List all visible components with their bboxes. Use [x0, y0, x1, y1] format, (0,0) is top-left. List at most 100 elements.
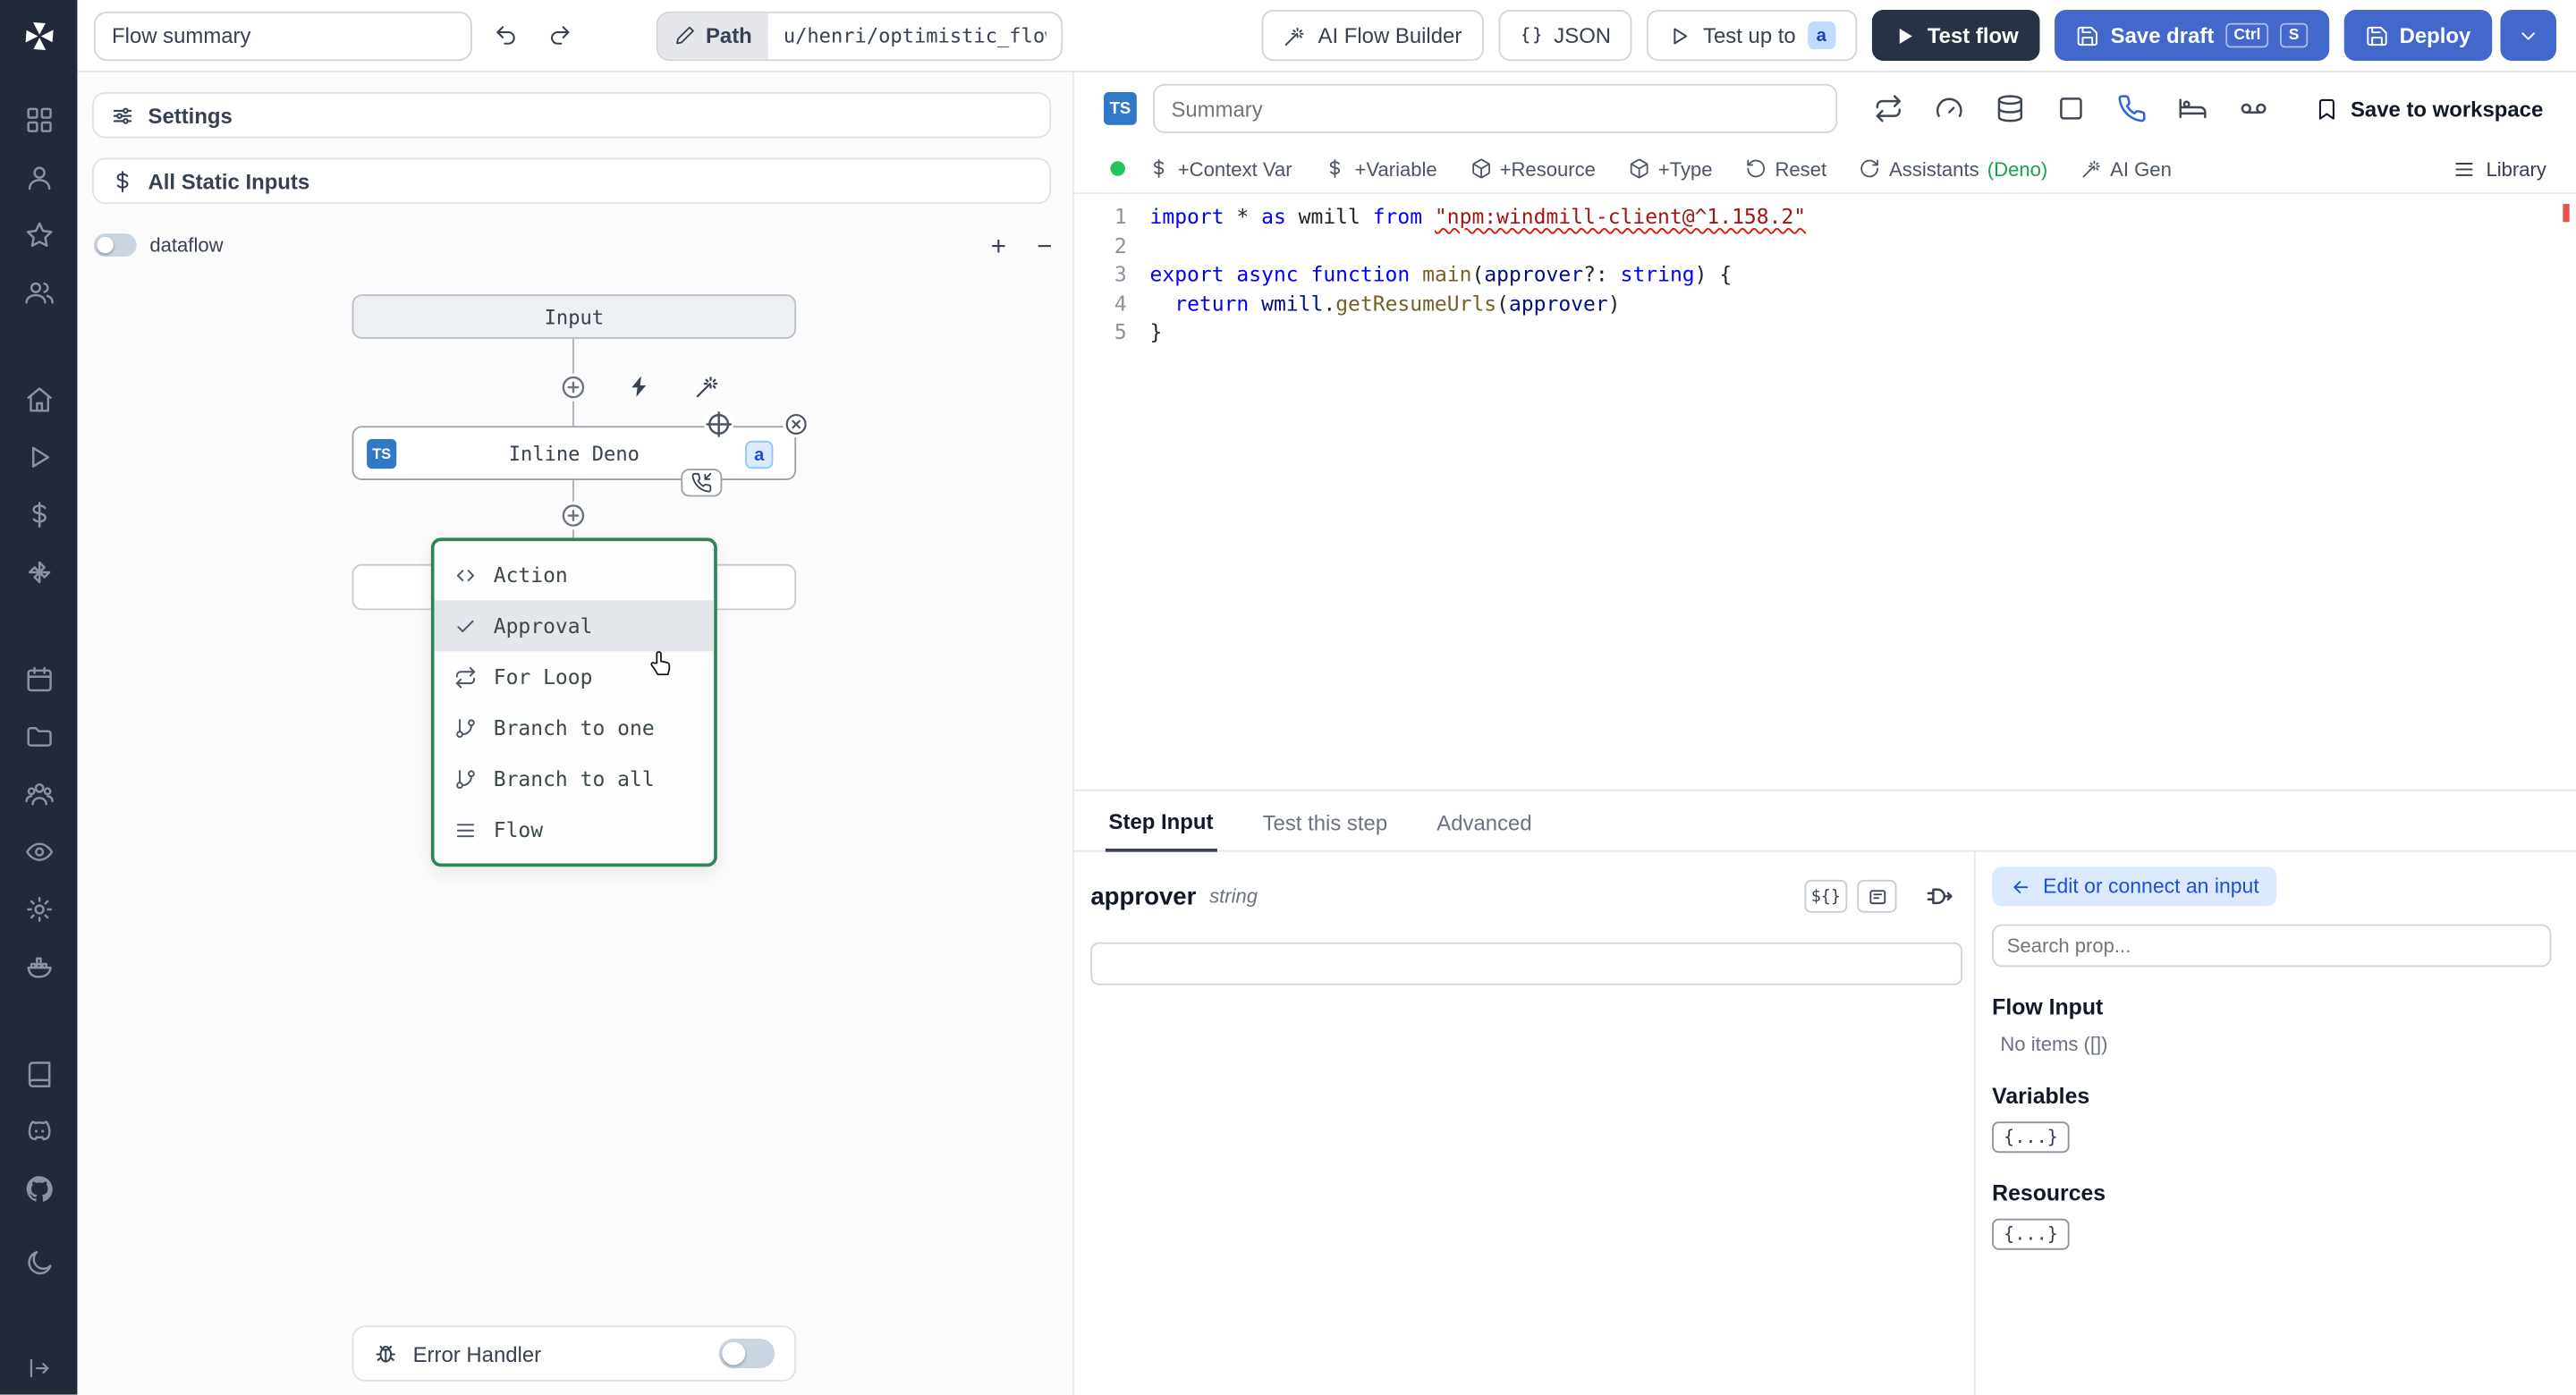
resources-object-chip[interactable]: {...}: [1992, 1218, 2070, 1250]
delete-step-button[interactable]: [783, 410, 809, 438]
editor-action-repeat-button[interactable]: [1874, 94, 1903, 123]
ai-flow-builder-button[interactable]: AI Flow Builder: [1261, 10, 1484, 62]
library-button[interactable]: Library: [2453, 157, 2546, 180]
deno-node-label: Inline Deno: [508, 441, 640, 465]
insert-step-button[interactable]: [559, 501, 588, 530]
sidebar-item-gear[interactable]: [21, 892, 56, 927]
editor-action-database-button[interactable]: [1996, 94, 2025, 123]
toolbar-reset-button[interactable]: Reset: [1745, 157, 1826, 180]
voicemail-icon: [2239, 94, 2268, 123]
search-prop-input[interactable]: [1992, 924, 2552, 968]
ai-wand-button[interactable]: [694, 373, 720, 399]
expression-chip[interactable]: ${}: [1804, 879, 1848, 913]
all-static-inputs-row[interactable]: All Static Inputs: [91, 157, 1052, 205]
step-summary-input[interactable]: [1153, 83, 1838, 133]
check-icon: [454, 614, 478, 638]
deploy-more-button[interactable]: [2500, 10, 2556, 62]
path-input[interactable]: [768, 12, 1062, 59]
menu-item-branch-to-one[interactable]: Branch to one: [435, 702, 715, 753]
undo-icon: [493, 23, 518, 48]
windmill-icon: [24, 557, 54, 587]
eye-icon: [24, 837, 54, 867]
sidebar-item-book[interactable]: [21, 1056, 56, 1092]
save-draft-button[interactable]: Save draft Ctrl S: [2055, 10, 2329, 62]
sidebar-item-play[interactable]: [21, 439, 56, 475]
variables-object-chip[interactable]: {...}: [1992, 1121, 2070, 1154]
deploy-icon: [2365, 24, 2388, 47]
editor-action-bed-button[interactable]: [2178, 94, 2207, 123]
sidebar-item-team[interactable]: [21, 776, 56, 812]
error-handler-toggle[interactable]: [718, 1339, 775, 1369]
sidebar-item-folder[interactable]: [21, 719, 56, 755]
zoom-out-button[interactable]: −: [1027, 230, 1063, 266]
plain-editor-chip[interactable]: [1857, 879, 1897, 913]
line-number: 4: [1114, 291, 1127, 316]
sidebar-item-docker[interactable]: [21, 949, 56, 985]
json-button[interactable]: JSON: [1497, 10, 1632, 62]
menu-item-flow[interactable]: Flow: [435, 804, 715, 855]
wand-icon: [2080, 158, 2102, 180]
line-number: 5: [1114, 319, 1127, 345]
connect-input-button[interactable]: [1921, 878, 1957, 914]
trigger-bolt-button[interactable]: [627, 373, 653, 399]
sidebar-item-users[interactable]: [21, 275, 56, 310]
toolbar-variable-button[interactable]: +Variable: [1325, 157, 1437, 180]
editor-action-gauge-button[interactable]: [1935, 94, 1964, 123]
edit-or-connect-button[interactable]: Edit or connect an input: [1992, 867, 2277, 907]
dataflow-toggle[interactable]: [93, 233, 137, 257]
error-handler-row[interactable]: Error Handler: [352, 1325, 797, 1382]
save-to-workspace-button[interactable]: Save to workspace: [2314, 97, 2543, 121]
resources-title: Resources: [1992, 1180, 2106, 1206]
sidebar-item-user[interactable]: [21, 159, 56, 195]
toolbar-assistants-button[interactable]: Assistants (Deno): [1860, 157, 2047, 180]
tab-advanced[interactable]: Advanced: [1434, 798, 1536, 850]
sidebar-item-apps-grid[interactable]: [21, 102, 56, 138]
folder-icon: [24, 722, 54, 751]
sidebar-item-home[interactable]: [21, 382, 56, 418]
toolbar-ai-gen-button[interactable]: AI Gen: [2080, 157, 2172, 180]
sidebar-item-eye[interactable]: [21, 833, 56, 869]
flow-node-input[interactable]: Input: [352, 294, 797, 339]
editor-action-square-button[interactable]: [2056, 94, 2086, 123]
toolbar-type-button[interactable]: +Type: [1629, 157, 1713, 180]
toolbar-resource-button[interactable]: +Resource: [1470, 157, 1596, 180]
tab-step-input[interactable]: Step Input: [1105, 796, 1217, 852]
redo-button[interactable]: [538, 14, 580, 57]
sidebar-item-star[interactable]: [21, 217, 56, 253]
sidebar-item-dollar-sign[interactable]: [21, 496, 56, 532]
users-icon: [24, 278, 54, 308]
windmill-logo-icon[interactable]: [19, 16, 58, 55]
suspend-approval-badge[interactable]: [681, 469, 723, 497]
test-up-to-button[interactable]: Test up to a: [1647, 10, 1857, 62]
flow-summary-input[interactable]: [93, 10, 472, 61]
toolbar-context-var-button[interactable]: +Context Var: [1148, 157, 1292, 180]
editor-action-voicemail-button[interactable]: [2239, 94, 2268, 123]
expand-sidebar-button[interactable]: [0, 1355, 77, 1381]
tab-test-this-step[interactable]: Test this step: [1259, 798, 1391, 850]
editor-action-phone-button[interactable]: [2117, 94, 2147, 123]
menu-item-branch-to-all[interactable]: Branch to all: [435, 753, 715, 804]
deploy-button[interactable]: Deploy: [2343, 10, 2493, 62]
dataflow-label: dataflow: [149, 233, 224, 257]
insert-step-button[interactable]: [559, 373, 588, 402]
undo-button[interactable]: [484, 14, 527, 57]
sidebar-item-github[interactable]: [21, 1171, 56, 1206]
approver-value-input[interactable]: [1090, 942, 1963, 985]
zoom-in-button[interactable]: +: [980, 230, 1016, 266]
code-editor[interactable]: 1 2 3 4 5 import * as wmill from "npm:windmi…: [1074, 194, 2576, 790]
save-draft-label: Save draft: [2110, 22, 2215, 48]
flow-settings-row[interactable]: Settings: [91, 91, 1052, 139]
sidebar-item-windmill[interactable]: [21, 554, 56, 590]
sidebar-nav: [21, 102, 56, 1281]
test-flow-button[interactable]: Test flow: [1871, 10, 2040, 62]
move-step-button[interactable]: [704, 409, 734, 440]
menu-item-approval[interactable]: Approval: [434, 600, 715, 652]
phone-incoming-icon: [691, 472, 712, 494]
sidebar-item-calendar[interactable]: [21, 661, 56, 697]
sidebar-item-discord[interactable]: [21, 1113, 56, 1149]
menu-item-label: For Loop: [493, 664, 593, 689]
sidebar-item-moon[interactable]: [21, 1245, 56, 1281]
edit-path-button[interactable]: Path: [657, 12, 769, 59]
menu-item-action[interactable]: Action: [435, 549, 715, 600]
flow-canvas: Settings All Static Inputs dataflow + − …: [77, 72, 1074, 1395]
